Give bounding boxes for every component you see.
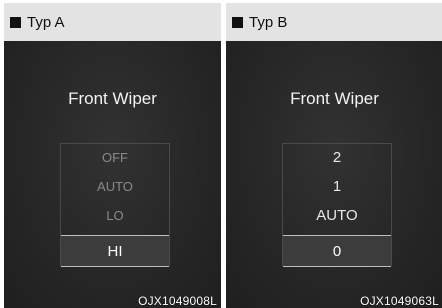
display-screen: Front Wiper OFF AUTO LO HI OJX1049008L xyxy=(4,41,221,308)
wiper-option[interactable]: AUTO xyxy=(283,207,391,224)
display-screen: Front Wiper 2 1 AUTO 0 OJX1049063L xyxy=(226,41,442,308)
wiper-option-selected[interactable]: HI xyxy=(61,235,169,267)
panel-typ-a: Typ A Front Wiper OFF AUTO LO HI OJX1049… xyxy=(4,3,221,308)
wiper-option[interactable]: AUTO xyxy=(61,179,169,194)
image-code: OJX1049008L xyxy=(138,294,217,308)
panel-typ-b: Typ B Front Wiper 2 1 AUTO 0 OJX1049063L xyxy=(226,3,442,308)
figure: Typ A Front Wiper OFF AUTO LO HI OJX1049… xyxy=(0,0,442,308)
wiper-option[interactable]: 1 xyxy=(283,178,391,195)
panel-header-label: Typ A xyxy=(27,13,65,31)
wiper-option[interactable]: LO xyxy=(61,208,169,223)
panel-header: Typ B xyxy=(226,3,442,41)
wiper-option[interactable]: 2 xyxy=(283,149,391,166)
screen-title: Front Wiper xyxy=(290,89,379,108)
wiper-option-list: 2 1 AUTO 0 xyxy=(282,143,392,267)
panel-header-label: Typ B xyxy=(249,13,288,31)
square-bullet-icon xyxy=(10,16,21,28)
wiper-option[interactable]: OFF xyxy=(61,150,169,165)
panel-header: Typ A xyxy=(4,3,221,41)
wiper-option-selected[interactable]: 0 xyxy=(283,235,391,267)
square-bullet-icon xyxy=(232,16,243,28)
image-code: OJX1049063L xyxy=(360,294,439,308)
screen-title: Front Wiper xyxy=(68,89,157,108)
wiper-option-list: OFF AUTO LO HI xyxy=(60,143,170,267)
